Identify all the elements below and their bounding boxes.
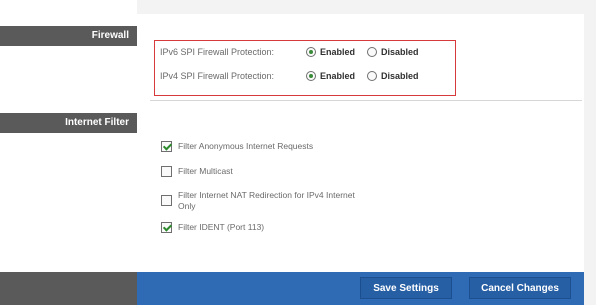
filter-nat-redirection-text: Filter Internet NAT Redirection for IPv4…: [178, 190, 355, 212]
filter-anonymous-row[interactable]: Filter Anonymous Internet Requests: [161, 141, 313, 152]
ipv4-disabled-radio[interactable]: [367, 71, 378, 81]
filter-ident-label: Filter IDENT (Port 113): [178, 222, 265, 232]
filter-multicast-checkbox[interactable]: [161, 166, 172, 177]
filter-nat-redirection-label: Filter Internet NAT Redirection for IPv4…: [178, 190, 355, 200]
save-settings-button[interactable]: Save Settings: [360, 277, 452, 299]
ipv4-disabled-option[interactable]: Disabled: [367, 71, 419, 81]
ipv6-disabled-label: Disabled: [381, 47, 419, 57]
ipv6-enabled-option[interactable]: Enabled: [306, 47, 355, 57]
ipv6-enabled-radio[interactable]: [306, 47, 316, 57]
ipv6-disabled-option[interactable]: Disabled: [367, 47, 419, 57]
ipv6-spi-row: IPv6 SPI Firewall Protection: Enabled Di…: [160, 47, 419, 57]
ipv6-disabled-radio[interactable]: [367, 47, 378, 57]
filter-nat-redirection-row[interactable]: Filter Internet NAT Redirection for IPv4…: [161, 190, 355, 212]
filter-multicast-label: Filter Multicast: [178, 166, 233, 176]
ipv4-spi-row: IPv4 SPI Firewall Protection: Enabled Di…: [160, 71, 419, 81]
router-settings-page: Firewall Internet Filter IPv6 SPI Firewa…: [0, 0, 596, 305]
filter-nat-redirection-checkbox[interactable]: [161, 195, 172, 206]
filter-multicast-row[interactable]: Filter Multicast: [161, 166, 233, 177]
section-divider: [150, 100, 582, 101]
filter-ident-row[interactable]: Filter IDENT (Port 113): [161, 222, 264, 233]
filter-anonymous-label: Filter Anonymous Internet Requests: [178, 141, 314, 151]
ipv4-enabled-radio[interactable]: [306, 71, 316, 81]
ipv6-enabled-label: Enabled: [320, 47, 356, 57]
footer-left-bar: [0, 272, 137, 305]
filter-anonymous-checkbox[interactable]: [161, 141, 172, 152]
ipv4-enabled-label: Enabled: [320, 71, 356, 81]
right-margin: [584, 0, 596, 305]
ipv4-enabled-option[interactable]: Enabled: [306, 71, 355, 81]
filter-nat-redirection-label-cont: Only: [178, 201, 196, 211]
ipv4-spi-label: IPv4 SPI Firewall Protection:: [160, 71, 275, 81]
cancel-changes-button[interactable]: Cancel Changes: [469, 277, 571, 299]
filter-ident-checkbox[interactable]: [161, 222, 172, 233]
ipv4-disabled-label: Disabled: [381, 71, 419, 81]
section-label-internet-filter: Internet Filter: [0, 113, 137, 133]
ipv6-spi-label: IPv6 SPI Firewall Protection:: [160, 47, 275, 57]
section-label-firewall: Firewall: [0, 26, 137, 46]
